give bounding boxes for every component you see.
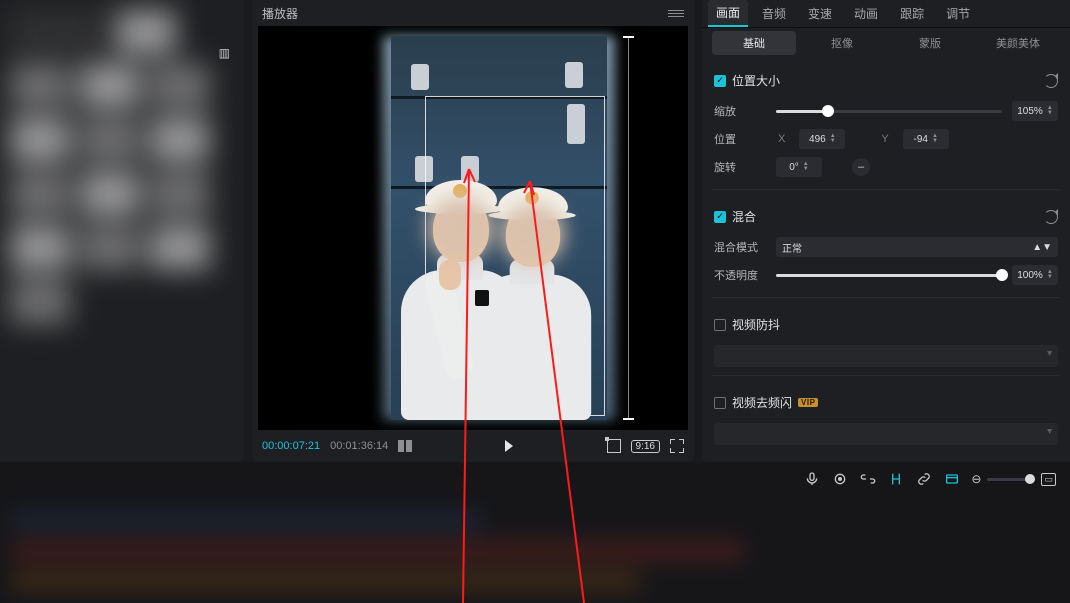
main-tab-3[interactable]: 动画 [846,1,886,26]
stabilize-collapsed-row[interactable] [714,345,1058,367]
blend-mode-select[interactable]: 正常 ▲▼ [776,237,1058,257]
reset-icon[interactable] [1044,210,1058,224]
link-icon[interactable] [915,470,933,488]
compare-columns-icon[interactable] [398,440,412,452]
rotate-value-input[interactable]: 0° ▲▼ [776,157,822,177]
timeline-panel[interactable]: ⊖ ▭ [0,462,1070,603]
vip-badge: VIP [798,398,818,407]
snap-icon[interactable] [887,470,905,488]
section-position-size-title[interactable]: ✓ 位置大小 [714,72,780,89]
checkbox-on-icon[interactable]: ✓ [714,211,726,223]
opacity-label: 不透明度 [714,267,766,283]
media-panel: ▥ [0,0,244,462]
height-ruler [628,36,629,420]
player-panel: 播放器 [252,0,694,462]
record-icon[interactable] [831,470,849,488]
main-tab-4[interactable]: 跟踪 [892,1,932,26]
time-current: 00:00:07:21 [262,440,320,452]
fullscreen-icon[interactable] [670,439,684,453]
checkbox-on-icon[interactable]: ✓ [714,75,726,87]
sub-tab-3[interactable]: 美颜美体 [976,31,1060,55]
play-button[interactable] [505,440,513,452]
opacity-slider[interactable] [776,274,1002,277]
player-title: 播放器 [262,5,298,22]
section-deflicker-title[interactable]: 视频去频闪 VIP [714,394,818,411]
aspect-ratio-badge[interactable]: 9:16 [631,440,660,453]
properties-panel: 画面音频变速动画跟踪调节 基础抠像蒙版美颜美体 ✓ 位置大小 缩放 [702,0,1070,462]
sub-tab-0[interactable]: 基础 [712,31,796,55]
opacity-value-input[interactable]: 100% ▲▼ [1012,265,1058,285]
rotate-label: 旋转 [714,159,766,175]
main-tab-1[interactable]: 音频 [754,1,794,26]
sub-tab-1[interactable]: 抠像 [800,31,884,55]
media-view-toggle-icon[interactable]: ▥ [219,46,230,60]
property-sub-tabs: 基础抠像蒙版美颜美体 [702,28,1070,58]
reset-icon[interactable] [1044,74,1058,88]
scale-value-input[interactable]: 105% ▲▼ [1012,101,1058,121]
position-x-input[interactable]: 496 ▲▼ [799,129,845,149]
blend-mode-label: 混合模式 [714,239,766,255]
section-stabilize-title[interactable]: 视频防抖 [714,316,780,333]
checkbox-off-icon[interactable] [714,319,726,331]
rotate-step-button[interactable]: – [852,158,870,176]
timeline-zoom[interactable]: ⊖ ▭ [971,472,1056,486]
preview-render-icon[interactable] [943,470,961,488]
section-blend-title[interactable]: ✓ 混合 [714,208,756,225]
scale-label: 缩放 [714,103,766,119]
time-total: 00:01:36:14 [330,440,388,452]
mic-icon[interactable] [803,470,821,488]
main-tab-5[interactable]: 调节 [938,1,978,26]
main-tab-2[interactable]: 变速 [800,1,840,26]
property-main-tabs: 画面音频变速动画跟踪调节 [702,0,1070,28]
zoom-fit-icon[interactable]: ▭ [1041,473,1056,486]
player-menu-icon[interactable] [668,10,684,17]
focus-frame-icon[interactable] [607,439,621,453]
checkbox-off-icon[interactable] [714,397,726,409]
main-tab-0[interactable]: 画面 [708,0,748,27]
position-label: 位置 [714,131,766,147]
chevron-updown-icon: ▲▼ [1032,242,1052,253]
sub-tab-2[interactable]: 蒙版 [888,31,972,55]
position-y-input[interactable]: -94 ▲▼ [903,129,949,149]
scale-slider[interactable] [776,110,1002,113]
deflicker-collapsed-row[interactable] [714,423,1058,445]
zoom-out-icon[interactable]: ⊖ [971,472,981,486]
player-viewport[interactable] [258,26,688,430]
link-off-icon[interactable] [859,470,877,488]
